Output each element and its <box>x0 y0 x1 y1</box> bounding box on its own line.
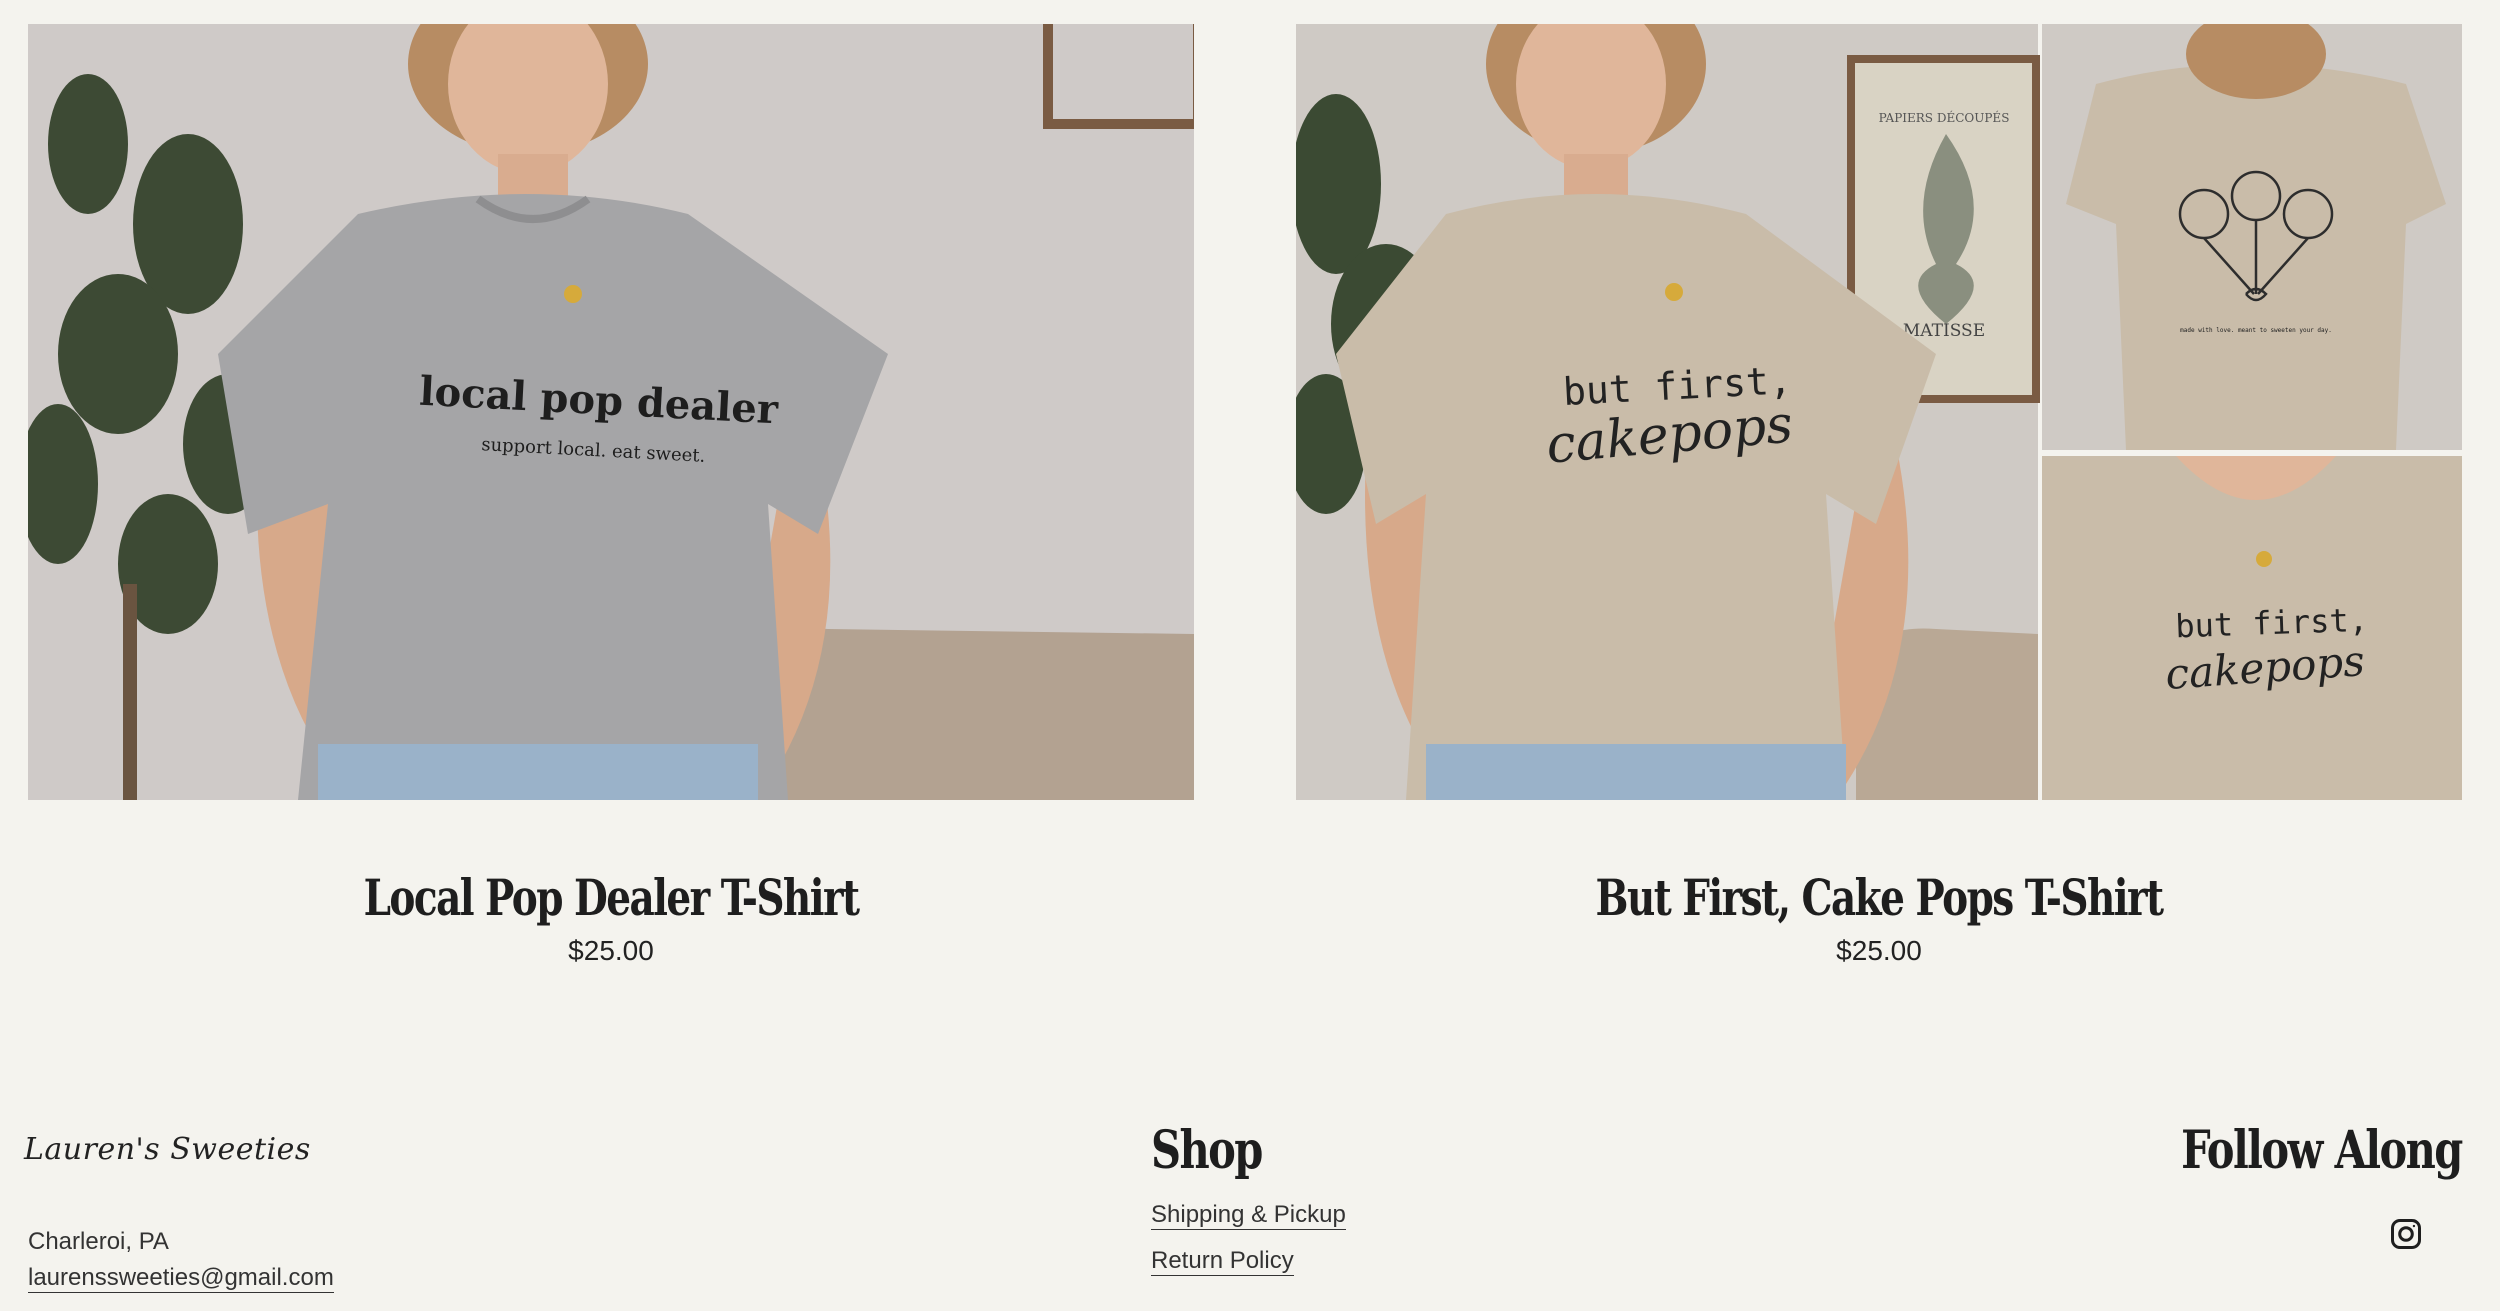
product-title[interactable]: Local Pop Dealer T-Shirt <box>156 870 1065 925</box>
product-price: $25.00 <box>568 935 654 966</box>
follow-heading: Follow Along <box>2181 1120 2463 1181</box>
poster-name: MATISSE <box>1903 321 1985 341</box>
shop-links: Shipping & Pickup Return Policy <box>1151 1201 1346 1276</box>
product-image-local-pop-dealer[interactable]: local pop dealer support local. eat swee… <box>28 24 1194 800</box>
product-card-cake-pops[interactable]: PAPIERS DÉCOUPÉS MATISSE but first, cake… <box>1296 24 2462 967</box>
contact-info: Charleroi, PA laurenssweeties@gmail.com <box>28 1224 334 1296</box>
instagram-icon[interactable] <box>2388 1216 2424 1252</box>
site-footer: Lauren's Sweeties Charleroi, PA laurenss… <box>0 1110 2500 1311</box>
contact-email-link[interactable]: laurenssweeties@gmail.com <box>28 1264 334 1293</box>
footer-follow-section: Follow Along <box>2111 1120 2463 1181</box>
product-card-local-pop-dealer[interactable]: local pop dealer support local. eat swee… <box>28 24 1194 967</box>
product-photo: local pop dealer support local. eat swee… <box>28 24 1194 800</box>
shop-heading: Shop <box>1151 1120 1263 1181</box>
back-print-text: made with love. meant to sweeten your da… <box>2180 327 2332 334</box>
shipping-pickup-link[interactable]: Shipping & Pickup <box>1151 1201 1346 1230</box>
footer-shop-section: Shop Shipping & Pickup Return Policy <box>1151 1120 1346 1293</box>
product-title[interactable]: But First, Cake Pops T-Shirt <box>1424 870 2333 925</box>
product-image-cake-pops[interactable]: PAPIERS DÉCOUPÉS MATISSE but first, cake… <box>1296 24 2462 800</box>
contact-city: Charleroi, PA <box>28 1228 169 1255</box>
poster-title: PAPIERS DÉCOUPÉS <box>1879 110 2010 125</box>
product-collage: PAPIERS DÉCOUPÉS MATISSE but first, cake… <box>1296 24 2462 800</box>
return-policy-link[interactable]: Return Policy <box>1151 1247 1294 1276</box>
footer-logo[interactable]: Lauren's Sweeties <box>24 1132 311 1167</box>
product-price: $25.00 <box>1836 935 1922 966</box>
